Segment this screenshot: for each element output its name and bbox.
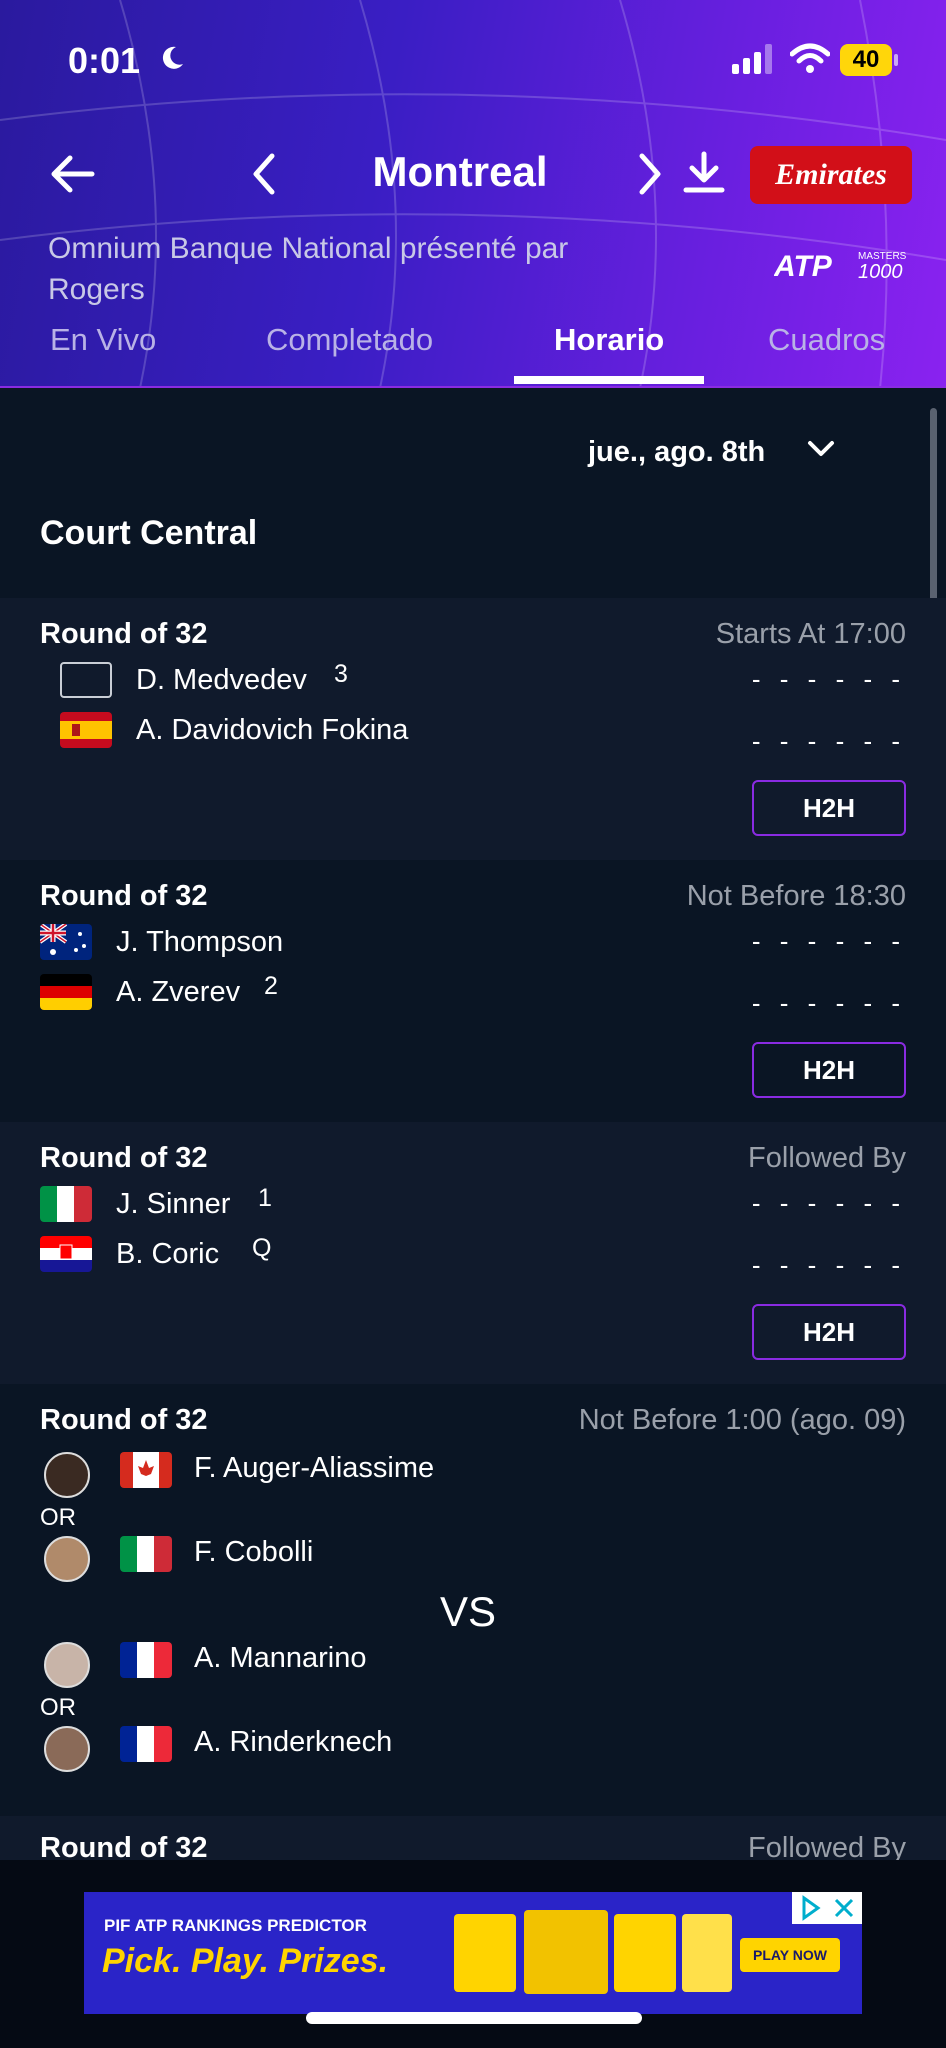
player-avatar [44, 1642, 90, 1688]
date-value: jue., ago. 8th [588, 436, 766, 468]
match-round: Round of 32 [40, 618, 208, 650]
player-name[interactable]: F. Auger-Aliassime [194, 1452, 434, 1485]
player-name[interactable]: B. Coric [116, 1238, 219, 1271]
player-name[interactable]: D. Medvedev [136, 664, 307, 697]
cellular-signal-icon [732, 44, 772, 74]
player-seed: 3 [334, 660, 348, 688]
wifi-icon [790, 43, 830, 73]
match-card[interactable]: Round of 32 Followed By [0, 1816, 946, 1860]
player-score: - - - - - - [751, 726, 906, 756]
player-name[interactable]: A. Mannarino [194, 1642, 367, 1675]
ad-player-card [454, 1914, 516, 1992]
flag-spain-icon [60, 712, 112, 748]
court-name: Court Central [40, 514, 258, 552]
flag-france-icon [120, 1642, 172, 1678]
ad-headline: Pick. Play. Prizes. [102, 1942, 389, 1980]
next-tournament-chevron-icon[interactable] [636, 152, 664, 196]
flag-italy-icon [40, 1186, 92, 1222]
player-avatar [44, 1452, 90, 1498]
ad-play-now-button[interactable]: PLAY NOW [740, 1938, 840, 1972]
back-arrow-icon[interactable] [48, 150, 96, 198]
match-time: Starts At 17:00 [715, 618, 906, 650]
flag-placeholder [60, 662, 112, 698]
ad-top-line: PIF ATP RANKINGS PREDICTOR [104, 1916, 367, 1935]
or-label: OR [40, 1504, 76, 1531]
match-card[interactable]: Round of 32 Not Before 18:30 J. Thompson… [0, 860, 946, 1122]
active-tab-indicator [514, 376, 704, 384]
match-time: Followed By [748, 1142, 906, 1174]
tournament-title: Montreal [372, 148, 548, 195]
sponsor-logo[interactable]: Emirates [750, 146, 912, 204]
tab-bar: En Vivo Completado Horario Cuadros [0, 318, 946, 386]
player-name[interactable]: A. Zverev [116, 976, 240, 1009]
download-icon[interactable] [682, 150, 726, 196]
vs-label: VS [440, 1588, 497, 1635]
player-score: - - - - - - [751, 1188, 906, 1218]
match-card[interactable]: Round of 32 Not Before 1:00 (ago. 09) F.… [0, 1384, 946, 1816]
match-card[interactable]: Round of 32 Followed By J. Sinner 1 - - … [0, 1122, 946, 1384]
svg-text:ATP: ATP [774, 250, 833, 280]
ad-player-card [682, 1914, 732, 1992]
svg-text:1000: 1000 [858, 261, 903, 280]
player-seed: 2 [264, 972, 278, 1000]
status-time: 0:01 [68, 40, 141, 81]
atp-masters-1000-logo: ATP MASTERS 1000 [774, 250, 907, 280]
battery-indicator: 40 [840, 44, 898, 76]
player-name[interactable]: A. Rinderknech [194, 1726, 392, 1759]
tab-cuadros[interactable]: Cuadros [768, 322, 885, 358]
player-name[interactable]: J. Sinner [116, 1188, 230, 1221]
match-card[interactable]: Round of 32 Starts At 17:00 D. Medvedev … [0, 598, 946, 860]
ad-banner[interactable]: PIF ATP RANKINGS PREDICTOR Pick. Play. P… [84, 1892, 862, 2014]
tab-en-vivo[interactable]: En Vivo [50, 322, 156, 358]
match-round: Round of 32 [40, 1404, 208, 1436]
player-seed: Q [252, 1234, 272, 1262]
h2h-button[interactable]: H2H [752, 1042, 906, 1098]
flag-france-icon [120, 1726, 172, 1762]
match-time: Not Before 18:30 [686, 880, 906, 912]
player-score: - - - - - - [751, 926, 906, 956]
chevron-down-icon [808, 441, 834, 456]
or-label: OR [40, 1694, 76, 1721]
match-time: Not Before 1:00 (ago. 09) [578, 1404, 906, 1436]
flag-italy-icon [120, 1536, 172, 1572]
home-indicator[interactable] [306, 2012, 642, 2024]
h2h-button[interactable]: H2H [752, 780, 906, 836]
date-selector[interactable]: jue., ago. 8th [0, 390, 946, 510]
match-time: Followed By [748, 1832, 906, 1860]
battery-level: 40 [840, 44, 892, 76]
ad-choices-close-icon[interactable] [792, 1892, 862, 1924]
moon-icon [162, 46, 183, 69]
player-score: - - - - - - [751, 1250, 906, 1280]
flag-australia-icon [40, 924, 92, 960]
player-name[interactable]: A. Davidovich Fokina [136, 714, 408, 747]
tab-horario[interactable]: Horario [554, 322, 664, 358]
ad-player-card [614, 1914, 676, 1992]
flag-germany-icon [40, 974, 92, 1010]
match-round: Round of 32 [40, 1142, 208, 1174]
flag-canada-icon [120, 1452, 172, 1488]
player-name[interactable]: F. Cobolli [194, 1536, 313, 1569]
player-score: - - - - - - [751, 664, 906, 694]
header: 0:01 40 Montreal Emirates Omnium Banque … [0, 0, 946, 388]
ad-player-card [524, 1910, 608, 1994]
match-round: Round of 32 [40, 880, 208, 912]
player-avatar [44, 1726, 90, 1772]
player-avatar [44, 1536, 90, 1582]
tournament-subtitle: Omnium Banque National présenté par Roge… [48, 232, 569, 306]
h2h-button[interactable]: H2H [752, 1304, 906, 1360]
player-seed: 1 [258, 1184, 272, 1212]
player-score: - - - - - - [751, 988, 906, 1018]
player-name[interactable]: J. Thompson [116, 926, 283, 959]
match-round: Round of 32 [40, 1832, 208, 1860]
tab-completado[interactable]: Completado [266, 322, 433, 358]
flag-croatia-icon [40, 1236, 92, 1272]
previous-tournament-chevron-icon[interactable] [250, 152, 278, 196]
